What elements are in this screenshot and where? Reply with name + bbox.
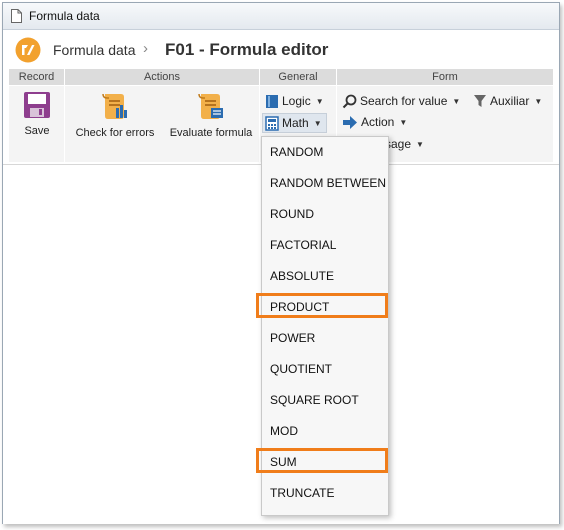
book-icon [266,95,278,109]
highlight-box-sum [256,448,388,473]
formula-logo-icon [15,37,41,63]
chevron-down-icon: ▼ [416,139,424,149]
breadcrumb: Formula data › F01 - Formula editor [3,30,559,68]
breadcrumb-separator: › [143,40,148,57]
chevron-down-icon: ▼ [399,117,408,127]
scroll-check-icon [102,93,127,119]
menu-item-random[interactable]: RANDOM [262,137,388,168]
auxiliar-dropdown-button[interactable]: Auxiliar ▼ [473,92,542,110]
logic-dropdown-button[interactable]: Logic ▼ [265,92,324,110]
calculator-icon [265,116,279,132]
menu-item-absolute[interactable]: ABSOLUTE [262,261,388,292]
group-general-header: General [260,69,336,85]
auxiliar-label: Auxiliar [490,94,530,108]
menu-item-power[interactable]: POWER [262,323,388,354]
menu-item-round[interactable]: ROUND [262,199,388,230]
chevron-down-icon: ▼ [313,118,322,128]
title-bar: Formula data [3,3,559,30]
chevron-down-icon: ▼ [534,96,543,106]
check-for-errors-label: Check for errors [75,127,155,139]
filter-icon [474,95,486,108]
breadcrumb-app[interactable]: Formula data [53,42,135,58]
document-icon [11,9,22,23]
floppy-disk-icon [24,92,50,118]
magnifier-icon [342,94,357,109]
action-dropdown-button[interactable]: Action ▼ [342,113,407,131]
chevron-down-icon: ▼ [315,96,324,106]
menu-item-truncate[interactable]: TRUNCATE [262,478,388,509]
menu-item-quotient[interactable]: QUOTIENT [262,354,388,385]
save-button[interactable]: Save [17,91,57,137]
search-for-value-dropdown-button[interactable]: Search for value ▼ [342,92,460,110]
evaluate-formula-button[interactable]: Evaluate formula [166,91,256,139]
formula-window: Formula data Formula data › F01 - Formul… [2,2,560,524]
highlight-box-product [256,293,388,318]
group-form-header: Form [337,69,553,85]
scroll-evaluate-icon [198,93,223,119]
page-title: F01 - Formula editor [165,40,329,59]
check-for-errors-button[interactable]: Check for errors [69,91,161,139]
math-label: Math [282,116,309,130]
menu-item-square-root[interactable]: SQUARE ROOT [262,385,388,416]
group-record-header: Record [9,69,64,85]
arrow-right-icon [343,116,357,130]
logic-label: Logic [282,94,311,108]
search-for-value-label: Search for value [360,94,448,108]
save-label: Save [24,125,50,137]
evaluate-formula-label: Evaluate formula [169,127,253,139]
math-dropdown-button[interactable]: Math ▼ [262,113,327,133]
menu-item-random-between[interactable]: RANDOM BETWEEN [262,168,388,199]
window-title: Formula data [29,9,100,23]
group-actions-header: Actions [65,69,259,85]
menu-item-mod[interactable]: MOD [262,416,388,447]
message-dropdown-button[interactable]: sage ▼ [385,135,424,153]
action-label: Action [361,115,395,129]
menu-item-factorial[interactable]: FACTORIAL [262,230,388,261]
chevron-down-icon: ▼ [452,96,461,106]
